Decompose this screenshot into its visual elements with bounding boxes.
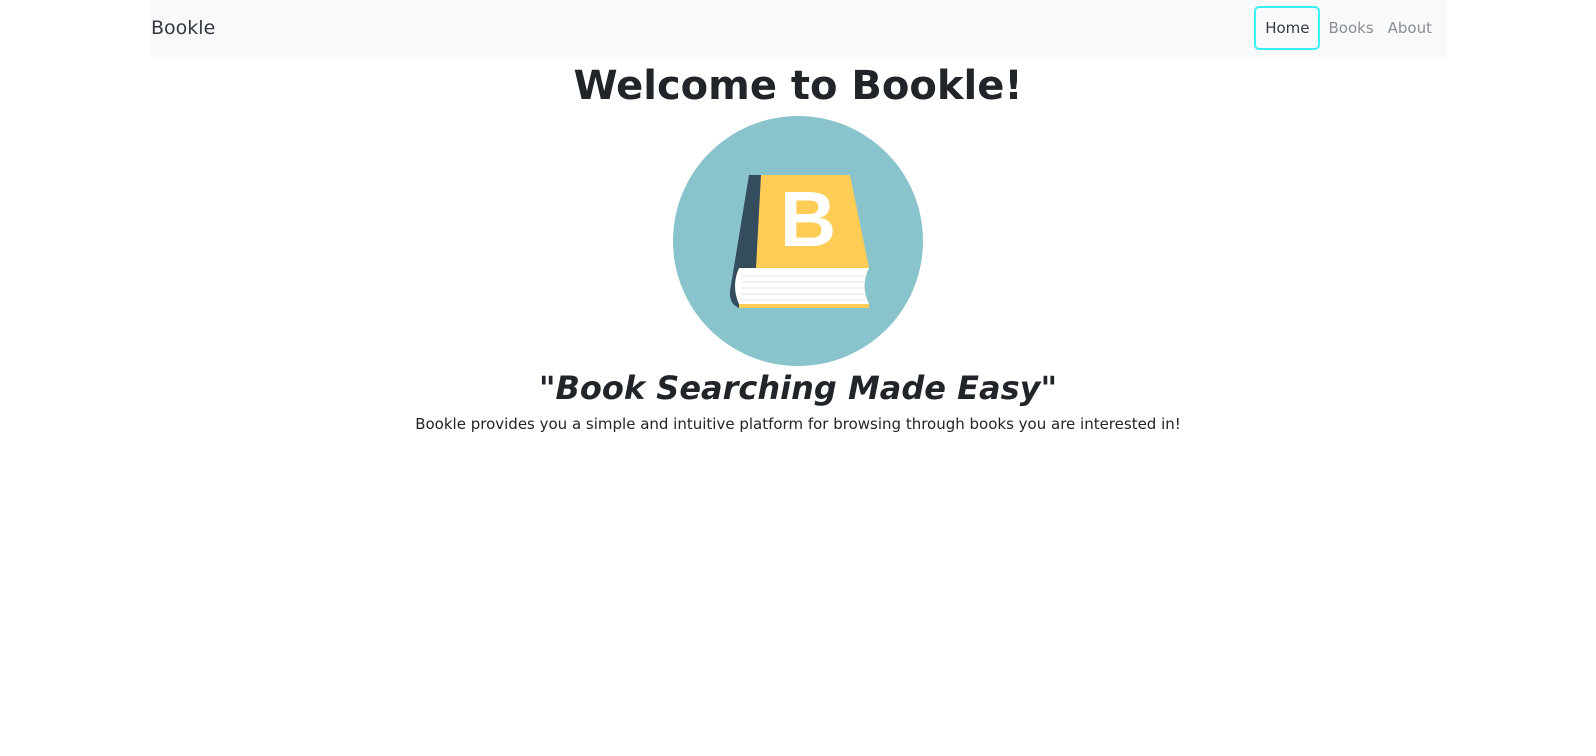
main-content: Welcome to Bookle! B "Book Searching Mad… [0, 57, 1596, 435]
navbar: Bookle Home Books About [151, 0, 1447, 57]
description: Bookle provides you a simple and intuiti… [415, 415, 1181, 433]
book-logo-icon: B [673, 116, 923, 366]
nav-link-about[interactable]: About [1381, 7, 1439, 49]
book-bottom-cover [739, 304, 869, 308]
page-title: Welcome to Bookle! [573, 63, 1023, 109]
nav-link-books[interactable]: Books [1321, 7, 1380, 49]
tagline-text: Book Searching Made Easy [555, 369, 1041, 407]
nav-link-home[interactable]: Home [1254, 6, 1321, 50]
tagline-close-quote: " [1040, 369, 1058, 407]
book-pages [735, 268, 869, 304]
brand-link[interactable]: Bookle [151, 15, 215, 41]
tagline-open-quote: " [538, 369, 556, 407]
logo-letter: B [780, 175, 836, 263]
nav-links: Home Books About [1254, 6, 1439, 50]
tagline: "Book Searching Made Easy" [0, 367, 1596, 409]
